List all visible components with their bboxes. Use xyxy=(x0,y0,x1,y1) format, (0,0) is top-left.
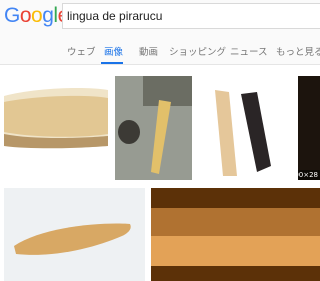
tab-videos[interactable]: 動画 xyxy=(139,44,158,58)
tab-more[interactable]: もっと見る xyxy=(276,44,320,58)
logo-letter: o xyxy=(19,4,32,27)
logo-letter: G xyxy=(4,4,20,27)
image-result-tongue-closeup-orange[interactable] xyxy=(151,188,320,281)
tongue-closeup-image xyxy=(151,188,320,281)
tongue-and-stick-image xyxy=(199,76,292,180)
image-result-tongue-bone-on-white[interactable] xyxy=(4,76,108,180)
image-result-tongue-with-dark-stick[interactable] xyxy=(199,76,292,180)
logo-letter: o xyxy=(31,4,43,27)
tongue-and-stone-image xyxy=(115,76,192,180)
image-result-partial-dark-thumb[interactable]: 400×28 xyxy=(298,76,320,180)
logo-letter: g xyxy=(42,4,54,27)
search-box xyxy=(62,3,320,29)
image-size-badge: 400×28 xyxy=(298,170,320,180)
tab-more-label: もっと見る xyxy=(276,47,320,58)
tongue-on-table-image xyxy=(4,188,145,281)
search-input[interactable] xyxy=(67,4,307,28)
image-result-tongue-on-white-table[interactable] xyxy=(4,188,145,281)
tab-images[interactable]: 画像 xyxy=(104,44,123,58)
header: Google ウェブ 画像 動画 ショッピング ニュース もっと見る xyxy=(0,0,320,65)
active-tab-indicator xyxy=(101,62,123,64)
tab-news[interactable]: ニュース xyxy=(230,44,268,58)
tab-shopping[interactable]: ショッピング xyxy=(169,44,226,58)
search-tabs: ウェブ 画像 動画 ショッピング ニュース もっと見る xyxy=(0,38,320,64)
tongue-bone-image xyxy=(4,76,108,180)
google-logo[interactable]: Google xyxy=(4,4,69,28)
image-result-tongue-with-round-stone[interactable] xyxy=(115,76,192,180)
tab-web[interactable]: ウェブ xyxy=(67,44,96,58)
